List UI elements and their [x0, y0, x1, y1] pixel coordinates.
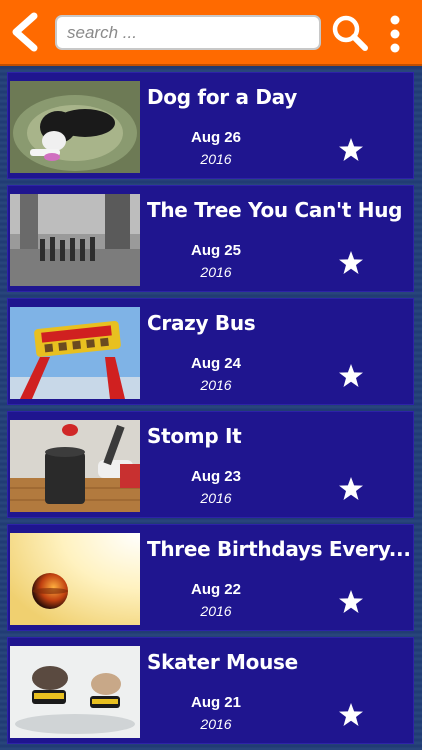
thumbnail-mice-image [10, 646, 140, 738]
item-title: Stomp It [147, 424, 242, 448]
back-arrow-icon[interactable] [8, 12, 42, 52]
item-year: 2016 [200, 377, 232, 393]
list-item[interactable]: Stomp It Aug 23 2016 [7, 411, 414, 518]
item-title: Three Birthdays Every... [147, 537, 411, 561]
item-title: Skater Mouse [147, 650, 298, 674]
favorite-star-icon[interactable] [338, 250, 364, 276]
thumbnail-giant-tree-image [10, 194, 140, 286]
list-item[interactable]: Skater Mouse Aug 21 2016 [7, 637, 414, 744]
item-date: Aug 22 [190, 581, 241, 598]
video-list: Dog for a Day Aug 26 2016 The Tree You C… [0, 68, 422, 750]
item-date: Aug 24 [190, 355, 241, 372]
search-icon[interactable] [331, 14, 369, 52]
favorite-star-icon[interactable] [338, 476, 364, 502]
favorite-star-icon[interactable] [338, 702, 364, 728]
item-date: Aug 21 [190, 694, 241, 711]
favorite-star-icon[interactable] [338, 363, 364, 389]
favorite-star-icon[interactable] [338, 137, 364, 163]
favorite-star-icon[interactable] [338, 589, 364, 615]
thumbnail-trash-can-image [10, 420, 140, 512]
more-options-icon[interactable] [386, 14, 404, 54]
item-year: 2016 [200, 716, 232, 732]
search-input[interactable] [55, 15, 321, 50]
list-item[interactable]: Crazy Bus Aug 24 2016 [7, 298, 414, 405]
item-date: Aug 23 [190, 468, 241, 485]
thumbnail-planet-image [10, 533, 140, 625]
thumbnail-dog-image [10, 81, 140, 173]
list-item[interactable]: The Tree You Can't Hug Aug 25 2016 [7, 185, 414, 292]
top-bar [0, 0, 422, 66]
item-date: Aug 25 [190, 242, 241, 259]
thumbnail-bus-ride-image [10, 307, 140, 399]
item-title: Crazy Bus [147, 311, 256, 335]
item-year: 2016 [200, 490, 232, 506]
list-item[interactable]: Dog for a Day Aug 26 2016 [7, 72, 414, 179]
list-item[interactable]: Three Birthdays Every... Aug 22 2016 [7, 524, 414, 631]
item-year: 2016 [200, 151, 232, 167]
item-year: 2016 [200, 264, 232, 280]
item-title: Dog for a Day [147, 85, 297, 109]
item-year: 2016 [200, 603, 232, 619]
item-date: Aug 26 [190, 129, 241, 146]
item-title: The Tree You Can't Hug [147, 198, 403, 222]
